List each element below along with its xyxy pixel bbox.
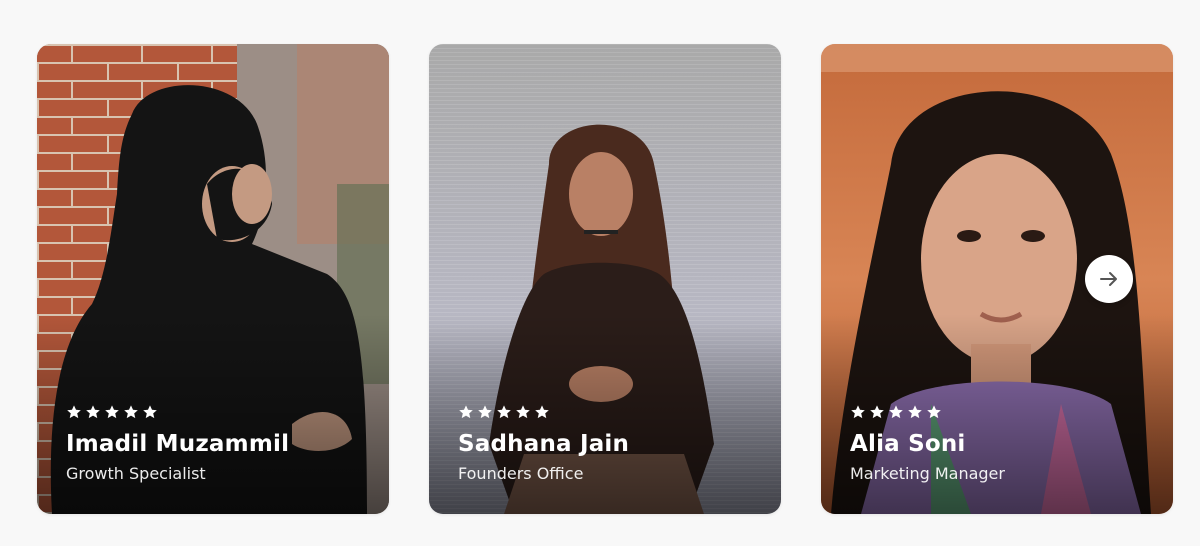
- person-role: Growth Specialist: [66, 464, 206, 483]
- star-icon: [459, 405, 473, 419]
- person-role: Marketing Manager: [850, 464, 1005, 483]
- testimonial-info: Imadil Muzammil Growth Specialist: [66, 404, 289, 484]
- star-icon: [889, 405, 903, 419]
- person-name: Alia Soni: [850, 431, 966, 457]
- star-icon: [67, 405, 81, 419]
- star-icon: [908, 405, 922, 419]
- testimonial-carousel: Imadil Muzammil Growth Specialist Sadhan…: [37, 44, 1173, 514]
- star-icon: [497, 405, 511, 419]
- testimonial-info: Sadhana Jain Founders Office: [458, 404, 629, 484]
- star-rating: [458, 404, 629, 420]
- star-icon: [124, 405, 138, 419]
- star-icon: [870, 405, 884, 419]
- next-button[interactable]: [1085, 255, 1133, 303]
- person-name: Sadhana Jain: [458, 431, 630, 457]
- star-icon: [516, 405, 530, 419]
- star-icon: [535, 405, 549, 419]
- star-icon: [478, 405, 492, 419]
- testimonial-info: Alia Soni Marketing Manager: [850, 404, 1005, 484]
- star-icon: [143, 405, 157, 419]
- person-name: Imadil Muzammil: [66, 431, 290, 457]
- star-icon: [927, 405, 941, 419]
- star-icon: [105, 405, 119, 419]
- star-rating: [850, 404, 1005, 420]
- star-rating: [66, 404, 289, 420]
- star-icon: [851, 405, 865, 419]
- arrow-right-icon: [1100, 272, 1117, 286]
- testimonial-card[interactable]: Sadhana Jain Founders Office: [429, 44, 781, 514]
- person-role: Founders Office: [458, 464, 584, 483]
- star-icon: [86, 405, 100, 419]
- testimonial-card[interactable]: Imadil Muzammil Growth Specialist: [37, 44, 389, 514]
